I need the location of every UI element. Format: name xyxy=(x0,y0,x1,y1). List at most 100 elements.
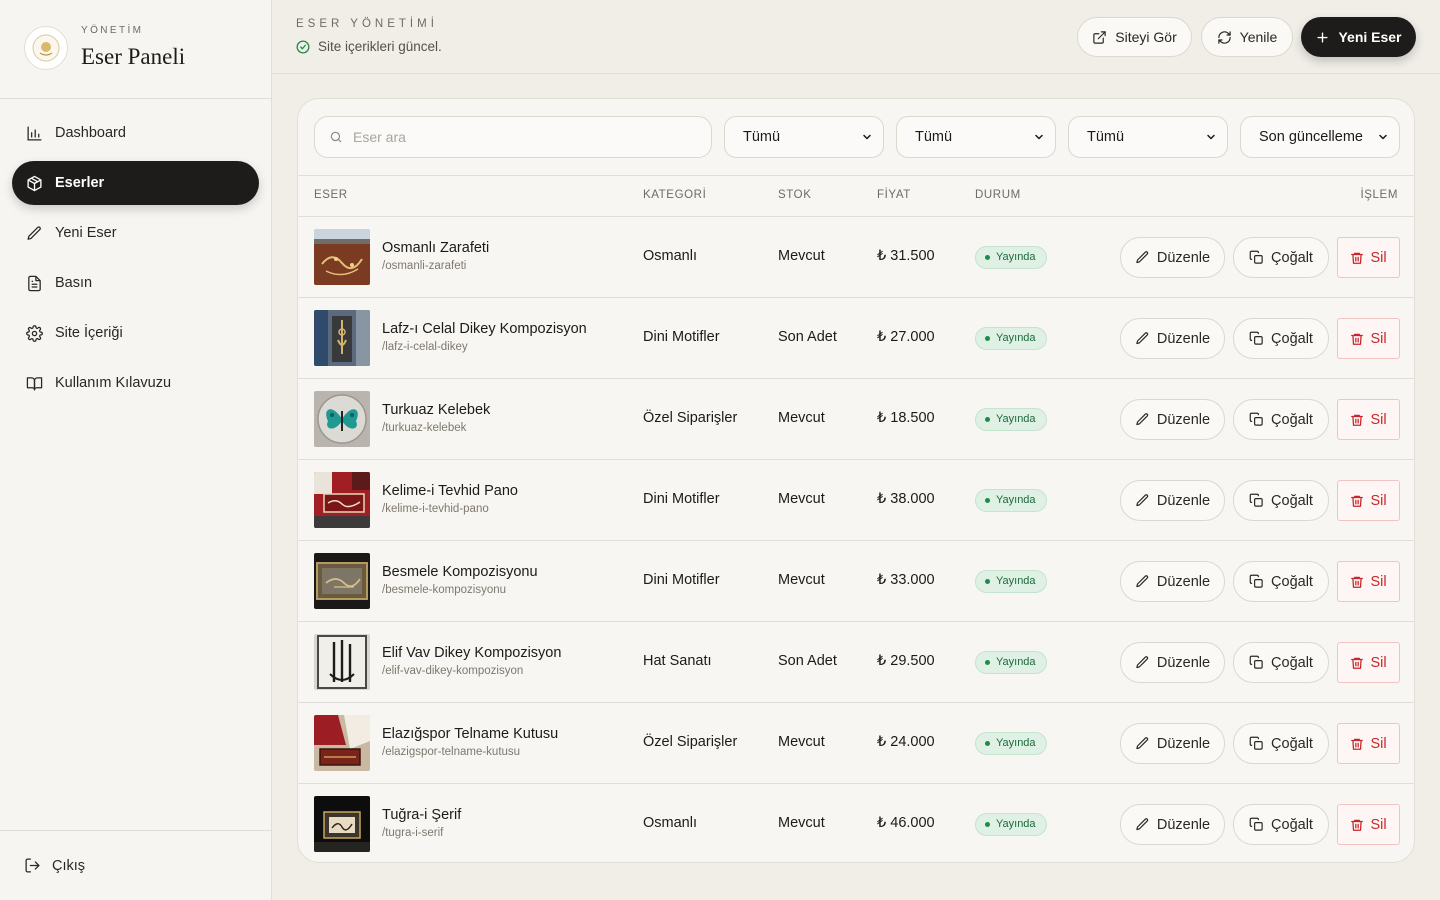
trash-icon xyxy=(1351,495,1364,507)
artwork-thumbnail[interactable] xyxy=(314,310,370,366)
delete-button[interactable]: Sil xyxy=(1337,480,1400,521)
status-badge: Yayında xyxy=(975,651,1047,674)
delete-button[interactable]: Sil xyxy=(1337,318,1400,359)
view-site-button[interactable]: Siteyi Gör xyxy=(1077,17,1192,57)
artwork-name[interactable]: Lafz-ı Celal Dikey Kompozisyon xyxy=(382,321,587,337)
artwork-name[interactable]: Besmele Kompozisyonu xyxy=(382,564,538,580)
sidebar-item-eserler[interactable]: Eserler xyxy=(12,161,259,205)
book-icon xyxy=(26,376,43,391)
duplicate-button[interactable]: Çoğalt xyxy=(1233,318,1329,359)
edit-button[interactable]: Düzenle xyxy=(1120,804,1225,845)
refresh-button[interactable]: Yenile xyxy=(1201,17,1293,57)
artwork-name[interactable]: Kelime-i Tevhid Pano xyxy=(382,483,518,499)
delete-button[interactable]: Sil xyxy=(1337,723,1400,764)
duplicate-button[interactable]: Çoğalt xyxy=(1233,237,1329,278)
edit-button[interactable]: Düzenle xyxy=(1120,723,1225,764)
pencil-icon xyxy=(1136,332,1149,345)
copy-icon xyxy=(1249,250,1263,264)
artwork-slug: /besmele-kompozisyonu xyxy=(382,584,507,596)
column-kategori: KATEGORİ xyxy=(643,189,707,201)
status-filter-select[interactable]: Tümü xyxy=(1068,116,1228,158)
artwork-thumbnail[interactable] xyxy=(314,715,370,771)
duplicate-button[interactable]: Çoğalt xyxy=(1233,480,1329,521)
new-artwork-button[interactable]: Yeni Eser xyxy=(1301,17,1416,57)
artwork-thumbnail[interactable] xyxy=(314,472,370,528)
delete-button[interactable]: Sil xyxy=(1337,237,1400,278)
artwork-slug: /turkuaz-kelebek xyxy=(382,422,467,434)
gear-icon xyxy=(26,324,43,342)
edit-button[interactable]: Düzenle xyxy=(1120,318,1225,359)
sort-select[interactable]: Son güncelleme xyxy=(1240,116,1400,158)
chevron-down-icon xyxy=(1379,134,1387,140)
pencil-icon xyxy=(1136,656,1149,669)
copy-icon xyxy=(1249,655,1263,669)
artwork-thumbnail[interactable] xyxy=(314,796,370,852)
delete-button[interactable]: Sil xyxy=(1337,642,1400,683)
delete-label: Sil xyxy=(1370,249,1387,266)
artwork-category: Osmanlı xyxy=(643,815,697,831)
sidebar-item-basin[interactable]: Basın xyxy=(12,261,259,305)
brand: YÖNETİM Eser Paneli xyxy=(0,0,271,99)
duplicate-button[interactable]: Çoğalt xyxy=(1233,399,1329,440)
duplicate-button[interactable]: Çoğalt xyxy=(1233,804,1329,845)
status-badge: Yayında xyxy=(975,732,1047,755)
artwork-name[interactable]: Osmanlı Zarafeti xyxy=(382,240,489,256)
chevron-down-icon xyxy=(863,134,871,140)
duplicate-label: Çoğalt xyxy=(1271,654,1313,671)
search-input[interactable] xyxy=(353,129,693,145)
delete-button[interactable]: Sil xyxy=(1337,399,1400,440)
sidebar: YÖNETİM Eser Paneli Dashboard Eserler Ye… xyxy=(0,0,272,900)
column-islem: İŞLEM xyxy=(1360,189,1398,201)
copy-icon xyxy=(1249,817,1263,831)
artwork-thumbnail[interactable] xyxy=(314,229,370,285)
artwork-name[interactable]: Elazığspor Telname Kutusu xyxy=(382,726,558,742)
edit-button[interactable]: Düzenle xyxy=(1120,480,1225,521)
artwork-name[interactable]: Elif Vav Dikey Kompozisyon xyxy=(382,645,561,661)
delete-button[interactable]: Sil xyxy=(1337,561,1400,602)
artwork-stock: Mevcut xyxy=(778,491,825,507)
edit-button[interactable]: Düzenle xyxy=(1120,561,1225,602)
box-icon xyxy=(27,175,42,191)
stock-filter-select[interactable]: Tümü xyxy=(896,116,1056,158)
brand-title: Eser Paneli xyxy=(81,44,186,69)
artwork-thumbnail[interactable] xyxy=(314,553,370,609)
duplicate-button[interactable]: Çoğalt xyxy=(1233,561,1329,602)
column-eser: ESER xyxy=(314,189,348,201)
table-row: Osmanlı Zarafeti /osmanli-zarafeti Osman… xyxy=(298,217,1414,298)
sidebar-item-yeni-eser[interactable]: Yeni Eser xyxy=(12,211,259,255)
delete-label: Sil xyxy=(1370,330,1387,347)
duplicate-label: Çoğalt xyxy=(1271,249,1313,266)
copy-icon xyxy=(1249,412,1263,426)
copy-icon xyxy=(1249,574,1263,588)
edit-button[interactable]: Düzenle xyxy=(1120,642,1225,683)
trash-icon xyxy=(1351,738,1364,750)
search-box xyxy=(314,116,712,158)
edit-button[interactable]: Düzenle xyxy=(1120,237,1225,278)
table-header: ESER KATEGORİ STOK FİYAT DURUM İŞLEM xyxy=(298,176,1414,217)
sidebar-item-dashboard[interactable]: Dashboard xyxy=(12,111,259,155)
edit-button[interactable]: Düzenle xyxy=(1120,399,1225,440)
column-durum: DURUM xyxy=(975,189,1021,201)
duplicate-button[interactable]: Çoğalt xyxy=(1233,642,1329,683)
category-filter-select[interactable]: Tümü xyxy=(724,116,884,158)
delete-label: Sil xyxy=(1370,654,1387,671)
table-row: Turkuaz Kelebek /turkuaz-kelebek Özel Si… xyxy=(298,379,1414,460)
artwork-price: ₺ 33.000 xyxy=(877,572,935,588)
chart-icon xyxy=(27,125,42,141)
sidebar-item-site-icerigi[interactable]: Site İçeriği xyxy=(12,311,259,355)
table-row: Elazığspor Telname Kutusu /elazigspor-te… xyxy=(298,703,1414,784)
artwork-name[interactable]: Tuğra-i Şerif xyxy=(382,807,461,823)
duplicate-label: Çoğalt xyxy=(1271,411,1313,428)
delete-button[interactable]: Sil xyxy=(1337,804,1400,845)
artwork-thumbnail[interactable] xyxy=(314,391,370,447)
logout-button[interactable]: Çıkış xyxy=(0,830,271,900)
table-row: Elif Vav Dikey Kompozisyon /elif-vav-dik… xyxy=(298,622,1414,703)
duplicate-button[interactable]: Çoğalt xyxy=(1233,723,1329,764)
artwork-price: ₺ 24.000 xyxy=(877,734,935,750)
artwork-slug: /elif-vav-dikey-kompozisyon xyxy=(382,665,524,677)
trash-icon xyxy=(1351,657,1364,669)
artwork-thumbnail[interactable] xyxy=(314,634,370,690)
artwork-name[interactable]: Turkuaz Kelebek xyxy=(382,402,490,418)
sidebar-item-kullanim-kilavuzu[interactable]: Kullanım Kılavuzu xyxy=(12,361,259,405)
trash-icon xyxy=(1351,819,1364,831)
